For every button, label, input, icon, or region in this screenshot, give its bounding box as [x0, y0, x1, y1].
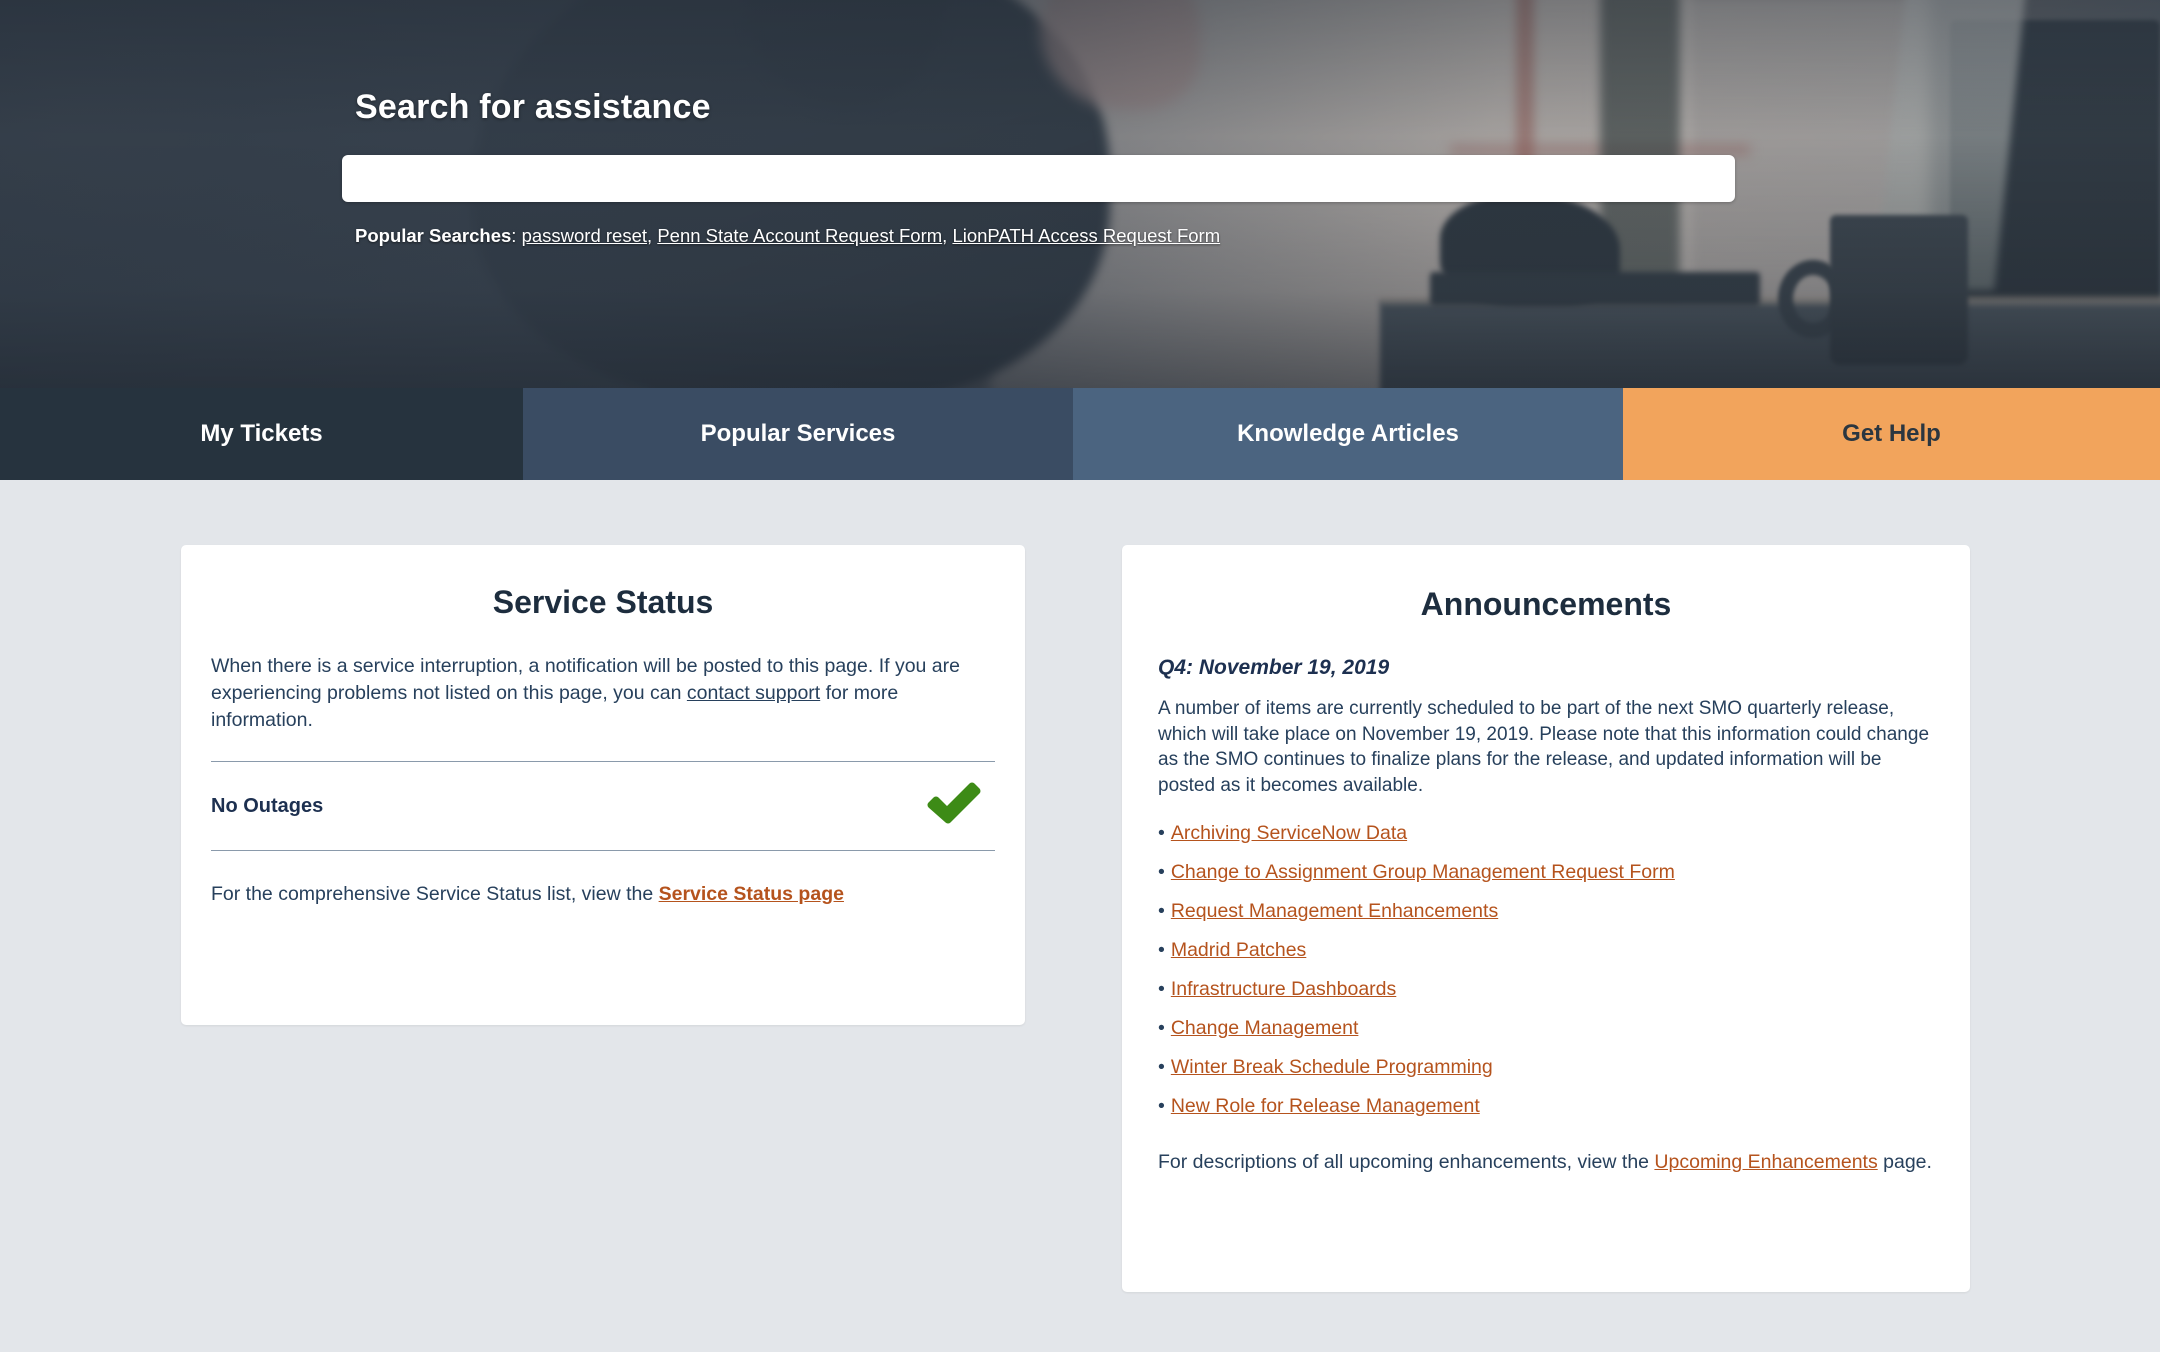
service-status-footer: For the comprehensive Service Status lis… — [181, 851, 1025, 906]
service-status-page-link[interactable]: Service Status page — [659, 883, 844, 905]
announcement-link-archiving-servicenow-data[interactable]: Archiving ServiceNow Data — [1171, 822, 1407, 844]
announcement-link-madrid-patches[interactable]: Madrid Patches — [1171, 939, 1306, 961]
bullet-icon: • — [1158, 822, 1165, 844]
bullet-icon: • — [1158, 978, 1165, 1000]
announcements-title: Announcements — [1420, 586, 1672, 622]
tab-get-help[interactable]: Get Help — [1623, 388, 2160, 480]
bullet-icon: • — [1158, 1095, 1165, 1117]
popular-searches-separator: : — [511, 225, 522, 246]
list-item: • Change Management — [1158, 1017, 1934, 1040]
announcement-intro: A number of items are currently schedule… — [1158, 698, 1930, 796]
announcement-link-assignment-group-management[interactable]: Change to Assignment Group Management Re… — [1171, 861, 1675, 883]
popular-search-link-lionpath[interactable]: LionPATH Access Request Form — [952, 225, 1220, 246]
page-title: Search for assistance — [355, 88, 711, 126]
announcement-link-request-management-enhancements[interactable]: Request Management Enhancements — [1171, 900, 1498, 922]
popular-search-link-account-request[interactable]: Penn State Account Request Form — [657, 225, 942, 246]
list-item: • Winter Break Schedule Programming — [1158, 1056, 1934, 1079]
service-status-intro: When there is a service interruption, a … — [181, 621, 1025, 734]
announcements-footer: For descriptions of all upcoming enhance… — [1158, 1149, 1934, 1175]
bullet-icon: • — [1158, 1017, 1165, 1039]
announcements-body: Q4: November 19, 2019 A number of items … — [1122, 623, 1970, 1175]
tab-knowledge-articles-label: Knowledge Articles — [1237, 420, 1459, 447]
tab-my-tickets-label: My Tickets — [200, 420, 323, 447]
announcement-link-winter-break-schedule-programming[interactable]: Winter Break Schedule Programming — [1171, 1056, 1493, 1078]
popular-searches-label: Popular Searches — [355, 225, 512, 246]
list-item: • Request Management Enhancements — [1158, 900, 1934, 923]
announcement-link-new-role-for-release-management[interactable]: New Role for Release Management — [1171, 1095, 1480, 1117]
contact-support-link[interactable]: contact support — [687, 682, 820, 704]
announcements-card: Announcements Q4: November 19, 2019 A nu… — [1122, 545, 1970, 1292]
list-item: • New Role for Release Management — [1158, 1095, 1934, 1118]
announcements-footer-text1: For descriptions of all upcoming enhance… — [1158, 1151, 1655, 1173]
list-item: • Archiving ServiceNow Data — [1158, 822, 1934, 845]
hero-banner: Search for assistance Popular Searches: … — [0, 0, 2160, 388]
outage-status-row: No Outages — [181, 762, 1025, 850]
list-item: • Change to Assignment Group Management R… — [1158, 861, 1934, 884]
service-status-card: Service Status When there is a service i… — [181, 545, 1025, 1025]
upcoming-enhancements-link[interactable]: Upcoming Enhancements — [1654, 1151, 1877, 1173]
main-navigation: My Tickets Popular Services Knowledge Ar… — [0, 388, 2160, 480]
status-badge: No Outages — [211, 794, 324, 817]
bullet-icon: • — [1158, 900, 1165, 922]
announcements-footer-text2: page. — [1877, 1151, 1932, 1173]
tab-knowledge-articles[interactable]: Knowledge Articles — [1073, 388, 1623, 480]
comma-1: , — [647, 225, 658, 246]
search-input[interactable] — [342, 155, 1735, 202]
popular-searches: Popular Searches: password reset, Penn S… — [355, 225, 1220, 247]
list-item: • Madrid Patches — [1158, 939, 1934, 962]
tab-popular-services[interactable]: Popular Services — [523, 388, 1073, 480]
list-item: • Infrastructure Dashboards — [1158, 978, 1934, 1001]
service-status-footer-text: For the comprehensive Service Status lis… — [211, 883, 659, 905]
announcement-link-change-management[interactable]: Change Management — [1171, 1017, 1359, 1039]
comma-2: , — [942, 225, 953, 246]
service-status-title: Service Status — [492, 584, 714, 620]
bullet-icon: • — [1158, 939, 1165, 961]
tab-my-tickets[interactable]: My Tickets — [0, 388, 523, 480]
green-check-icon — [926, 781, 982, 832]
main-content: Service Status When there is a service i… — [0, 480, 2160, 1352]
bullet-icon: • — [1158, 1056, 1165, 1078]
announcement-link-infrastructure-dashboards[interactable]: Infrastructure Dashboards — [1171, 978, 1396, 1000]
bullet-icon: • — [1158, 861, 1165, 883]
tab-popular-services-label: Popular Services — [700, 420, 896, 447]
tab-get-help-label: Get Help — [1842, 420, 1941, 447]
announcement-date: Q4: November 19, 2019 — [1158, 656, 1390, 679]
popular-search-link-password-reset[interactable]: password reset — [522, 225, 647, 246]
announcement-link-list: • Archiving ServiceNow Data • Change to As… — [1158, 822, 1934, 1118]
